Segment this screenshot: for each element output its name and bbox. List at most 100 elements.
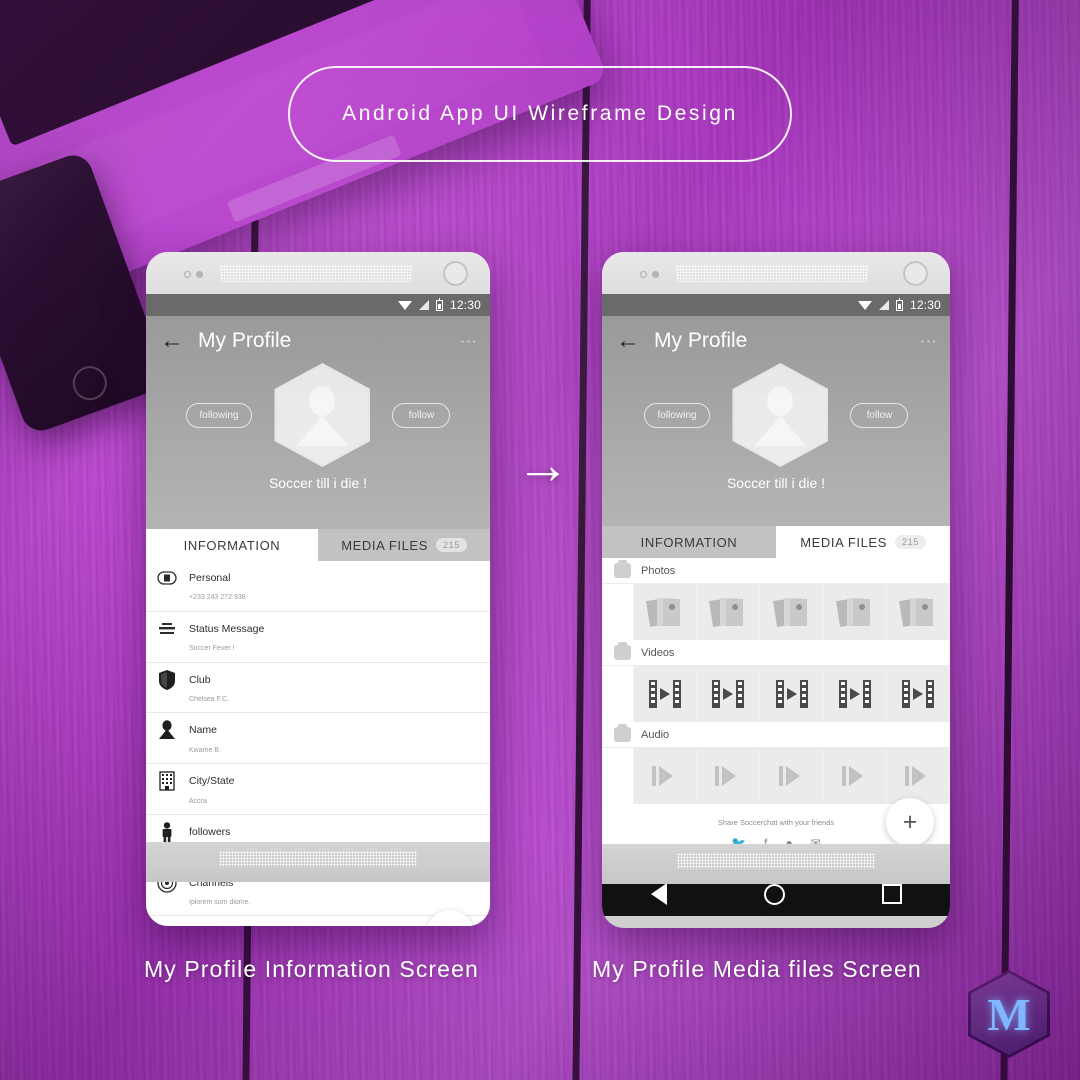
media-section-header: Audio (602, 722, 950, 748)
info-row-title: City/State (189, 775, 235, 788)
info-row-value: Accra (189, 797, 207, 805)
video-thumbnail-icon (649, 680, 682, 708)
tab-media-files-label: MEDIA FILES (341, 537, 428, 553)
info-row[interactable]: Status Message Soccer Fever ! (146, 612, 490, 663)
photo-thumbnail-icon (772, 597, 809, 627)
battery-icon (435, 297, 443, 311)
info-row[interactable]: Name Kwame B. (146, 713, 490, 765)
photo-thumbnail-icon (898, 597, 935, 627)
status-bar: 12:30 (602, 294, 950, 316)
video-thumbnail-icon (712, 680, 745, 708)
page-title: My Profile (654, 329, 748, 352)
bottom-speaker-grill (219, 851, 417, 867)
audio-thumbnail-icon (652, 766, 678, 786)
nav-home-icon[interactable] (763, 883, 785, 905)
info-row[interactable]: City/State Accra (146, 764, 490, 815)
media-thumbnail-strip (602, 584, 950, 640)
add-fab-button[interactable]: + (886, 798, 934, 846)
info-row-value: Soccer Fever ! (189, 645, 235, 653)
caption-left: My Profile Information Screen (144, 956, 479, 982)
media-thumbnail[interactable] (697, 584, 761, 640)
media-section-label: Videos (641, 646, 675, 659)
media-thumbnail[interactable] (697, 666, 761, 722)
following-button[interactable]: following (643, 402, 711, 428)
profile-header: ← My Profile ⋮ following follow Soccer t… (146, 316, 490, 529)
brand-logo: M (968, 970, 1050, 1058)
app-bar: ← My Profile ⋮ (146, 316, 490, 353)
media-thumbnail[interactable] (760, 584, 824, 640)
info-row-title: Club (189, 673, 211, 686)
media-thumbnail[interactable] (823, 748, 887, 804)
media-thumbnail[interactable] (886, 584, 950, 640)
avatar[interactable] (274, 363, 371, 467)
tab-media-files[interactable]: MEDIA FILES 215 (776, 526, 950, 558)
overflow-menu-icon[interactable]: ⋮ (919, 333, 938, 350)
info-row[interactable]: Personal +233 243 272 938 (146, 561, 490, 612)
videos-icon (614, 642, 631, 660)
info-row-text: Personal +233 243 272 938 (189, 567, 246, 605)
info-row-value: Kwame B. (189, 746, 221, 754)
nav-recents-icon[interactable] (881, 884, 902, 904)
info-row[interactable]: Club Chelsea F.C. (146, 663, 490, 714)
profile-tagline: Soccer till i die ! (268, 475, 368, 491)
tab-bar: INFORMATION MEDIA FILES 215 (146, 529, 490, 561)
following-button[interactable]: following (185, 402, 253, 428)
audio-thumbnail-icon (715, 766, 741, 786)
tab-bar: INFORMATION MEDIA FILES 215 (602, 526, 950, 558)
shield-icon (156, 669, 178, 691)
tab-information[interactable]: INFORMATION (146, 529, 318, 561)
photo-thumbnail-icon (646, 597, 682, 627)
status-bar: 12:30 (146, 294, 490, 316)
person-placeholder-icon (752, 384, 808, 446)
back-arrow-icon[interactable]: ← (160, 329, 184, 353)
media-thumbnail-strip (602, 748, 950, 804)
back-arrow-icon[interactable]: ← (616, 329, 640, 353)
tab-media-files-label: MEDIA FILES (800, 534, 887, 550)
info-row-title: Personal (189, 572, 231, 584)
media-count-badge: 215 (894, 535, 926, 549)
earpiece-speaker (220, 265, 412, 282)
info-row-value: +233 243 272 938 (189, 594, 246, 602)
avatar-body (296, 416, 349, 446)
media-thumbnail[interactable] (886, 748, 950, 804)
follow-button[interactable]: follow (392, 402, 451, 428)
tab-media-files[interactable]: MEDIA FILES 215 (318, 529, 490, 561)
avatar-body (754, 416, 807, 446)
share-section-left: Share Soccerchat with your friends 🐦 f ●… (146, 910, 490, 926)
phone-bottom-bezel (146, 842, 490, 882)
profile-tagline: Soccer till i die ! (726, 475, 826, 491)
media-thumbnail[interactable] (697, 748, 761, 804)
camera-lens-icon (903, 261, 928, 286)
signal-icon (878, 300, 889, 310)
banner-title-pill: Android App UI Wireframe Design (288, 66, 792, 162)
tab-information[interactable]: INFORMATION (602, 526, 776, 558)
media-thumbnail[interactable] (760, 748, 824, 804)
follow-button[interactable]: follow (850, 402, 909, 428)
media-section-label: Audio (641, 728, 670, 741)
photo-thumbnail-icon (835, 597, 872, 627)
media-strip-gutter (602, 666, 634, 722)
info-row-title: Name (189, 724, 218, 737)
info-row-text: Status Message Soccer Fever ! (189, 618, 264, 656)
overflow-menu-icon[interactable]: ⋮ (459, 333, 478, 350)
media-thumbnail[interactable] (634, 584, 698, 640)
screen-media-files: 12:30 ← My Profile ⋮ following follow So… (602, 294, 950, 916)
media-thumbnail[interactable] (634, 748, 698, 804)
sensor-icon (640, 271, 647, 278)
camera-lens-icon (443, 261, 468, 286)
info-row-value: Iplorem sum diome. (189, 899, 251, 907)
banner-title: Android App UI Wireframe Design (342, 102, 738, 125)
info-row-text: Club Chelsea F.C. (189, 669, 229, 707)
sensor-icon (184, 271, 191, 278)
media-thumbnail[interactable] (634, 666, 698, 722)
audio-thumbnail-icon (778, 766, 805, 786)
battery-icon (895, 297, 903, 311)
media-thumbnail[interactable] (760, 666, 824, 722)
video-thumbnail-icon (775, 680, 808, 708)
phone-mockup-information: 12:30 ← My Profile ⋮ following follow So… (146, 252, 490, 926)
media-thumbnail[interactable] (886, 666, 950, 722)
avatar[interactable] (732, 363, 829, 467)
media-thumbnail[interactable] (823, 666, 887, 722)
media-thumbnail[interactable] (823, 584, 887, 640)
nav-back-icon[interactable] (650, 883, 667, 905)
